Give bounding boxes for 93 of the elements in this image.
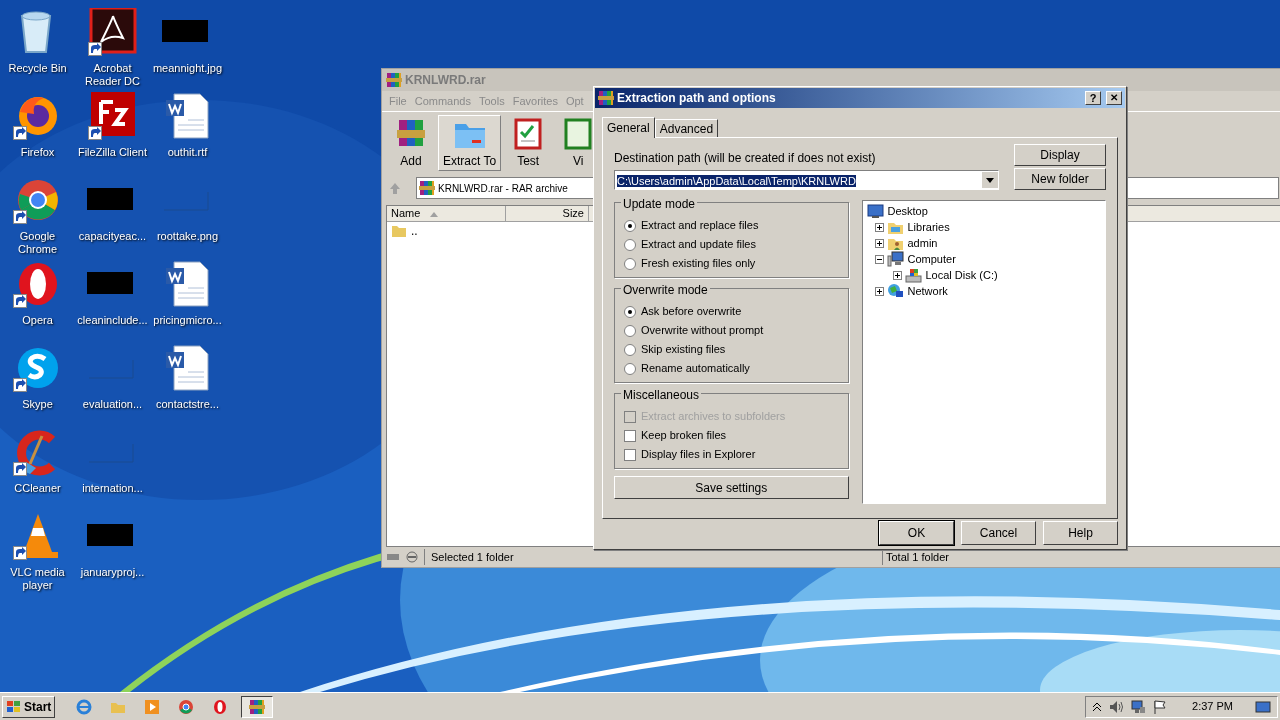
toolbar-button[interactable]: Extract To: [438, 115, 502, 171]
column-header[interactable]: Size: [506, 206, 589, 221]
tree-item[interactable]: admin: [906, 234, 939, 252]
start-button[interactable]: Start: [2, 695, 56, 718]
desktop-icon-label[interactable]: Acrobat Reader DC: [75, 62, 150, 88]
file-row[interactable]: ..: [387, 222, 506, 240]
status-text: Selected 1 folder: [424, 548, 514, 566]
button[interactable]: Display: [1014, 144, 1106, 166]
option-label[interactable]: Rename automatically: [641, 360, 750, 377]
desktop-icon-label[interactable]: contactstre...: [150, 398, 225, 411]
disk-drive-icon: [904, 267, 922, 283]
archive-icon: [386, 72, 402, 88]
option-label[interactable]: Extract and replace files: [641, 217, 759, 234]
desktop-icon-label[interactable]: roottake.png: [150, 230, 225, 243]
desktop-icon-label[interactable]: internation...: [75, 482, 150, 495]
expand-icon[interactable]: [874, 222, 884, 232]
desktop-icon-label[interactable]: Firefox: [0, 146, 75, 159]
checkbox[interactable]: [624, 448, 636, 461]
toolbar-button[interactable]: Add: [388, 115, 434, 171]
desktop-icon-label[interactable]: Recycle Bin: [0, 62, 75, 75]
internet-explorer-icon: [75, 697, 94, 716]
drive-icon: [386, 551, 420, 563]
tree-item[interactable]: Desktop: [886, 202, 929, 220]
radio-button[interactable]: [624, 219, 636, 232]
windows-logo-icon: [6, 699, 22, 714]
radio-button[interactable]: [624, 362, 636, 375]
save-settings-button[interactable]: Save settings: [614, 476, 849, 499]
computer-icon: [886, 251, 904, 267]
chevron-up-icon[interactable]: [1092, 700, 1103, 713]
archive-icon: [419, 180, 435, 196]
option-label[interactable]: Skip existing files: [641, 341, 726, 358]
tree-item[interactable]: Computer: [906, 250, 957, 268]
desktop-icon-label[interactable]: Google Chrome: [0, 230, 75, 256]
option-label[interactable]: Keep broken files: [641, 427, 726, 444]
clock[interactable]: 2:37 PM: [1192, 698, 1233, 715]
desktop-icon-label[interactable]: FileZilla Client: [75, 146, 150, 159]
field-label: Destination path (will be created if does not exist): [614, 150, 877, 167]
network-icon[interactable]: [1130, 698, 1147, 715]
desktop-icon-label[interactable]: Skype: [0, 398, 75, 411]
taskbar-button[interactable]: [241, 695, 274, 718]
tree-item[interactable]: Network: [906, 282, 949, 300]
desktop-icon-label[interactable]: VLC media player: [0, 566, 75, 592]
checkbox[interactable]: [624, 429, 636, 442]
column-header[interactable]: Name: [387, 206, 506, 221]
option-label[interactable]: Fresh existing files only: [641, 255, 756, 272]
desktop-icon-label[interactable]: outhit.rtf: [150, 146, 225, 159]
monitor-icon: [866, 203, 884, 219]
desktop-icon-label[interactable]: cleaninclude...: [75, 314, 150, 327]
dialog-button[interactable]: Cancel: [961, 521, 1036, 545]
window-title: KRNLWRD.rar: [405, 72, 486, 89]
address-text: KRNLWRD.rar - RAR archive: [438, 181, 568, 196]
media-player-icon: [143, 697, 162, 716]
desktop-icon-label[interactable]: meannight.jpg: [150, 62, 225, 75]
tab[interactable]: Advanced: [654, 119, 719, 137]
button[interactable]: New folder: [1014, 168, 1106, 190]
tab[interactable]: General: [602, 117, 655, 138]
radio-button[interactable]: [624, 324, 636, 337]
dialog-button[interactable]: Help: [1043, 521, 1118, 545]
expand-icon[interactable]: [892, 270, 902, 280]
desktop-icon-label[interactable]: Opera: [0, 314, 75, 327]
radio-button[interactable]: [624, 305, 636, 318]
radio-button[interactable]: [624, 238, 636, 251]
desktop-icon-label[interactable]: januaryproj...: [75, 566, 150, 579]
option-label[interactable]: Ask before overwrite: [641, 303, 742, 320]
tree-item[interactable]: Libraries: [906, 218, 951, 236]
flag-icon[interactable]: [1152, 698, 1169, 715]
radio-button[interactable]: [624, 257, 636, 270]
option-label[interactable]: Overwrite without prompt: [641, 322, 764, 339]
help-button[interactable]: ?: [1085, 91, 1101, 105]
chrome-icon: [177, 697, 196, 716]
desktop-icon-label[interactable]: pricingmicro...: [150, 314, 225, 327]
collapse-icon[interactable]: [874, 254, 884, 264]
sort-arrow-icon: [430, 210, 439, 217]
desktop-icon-label[interactable]: capacityeac...: [75, 230, 150, 243]
dialog-title: Extraction path and options: [617, 90, 777, 107]
dropdown-icon[interactable]: [982, 172, 998, 188]
folder-icon: [391, 224, 407, 238]
option-label[interactable]: Display files in Explorer: [641, 446, 756, 463]
path-combo-box[interactable]: C:\Users\admin\AppData\Local\Temp\KRNLWRD: [614, 170, 999, 190]
dialog-button[interactable]: OK: [879, 521, 954, 545]
globe-network-icon: [886, 283, 904, 299]
toolbar-button[interactable]: Test: [505, 115, 552, 171]
desktop-icon-label[interactable]: evaluation...: [75, 398, 150, 411]
archive-icon: [598, 90, 614, 106]
archive-icon: [248, 697, 267, 716]
radio-button[interactable]: [624, 343, 636, 356]
expand-icon[interactable]: [874, 238, 884, 248]
expand-icon[interactable]: [874, 286, 884, 296]
close-button[interactable]: ✕: [1106, 91, 1122, 105]
desktop-icon-label[interactable]: CCleaner: [0, 482, 75, 495]
option-label[interactable]: Extract and update files: [641, 236, 756, 253]
show-desktop-icon[interactable]: [1255, 699, 1271, 714]
tree-item[interactable]: Local Disk (C:): [924, 266, 999, 284]
